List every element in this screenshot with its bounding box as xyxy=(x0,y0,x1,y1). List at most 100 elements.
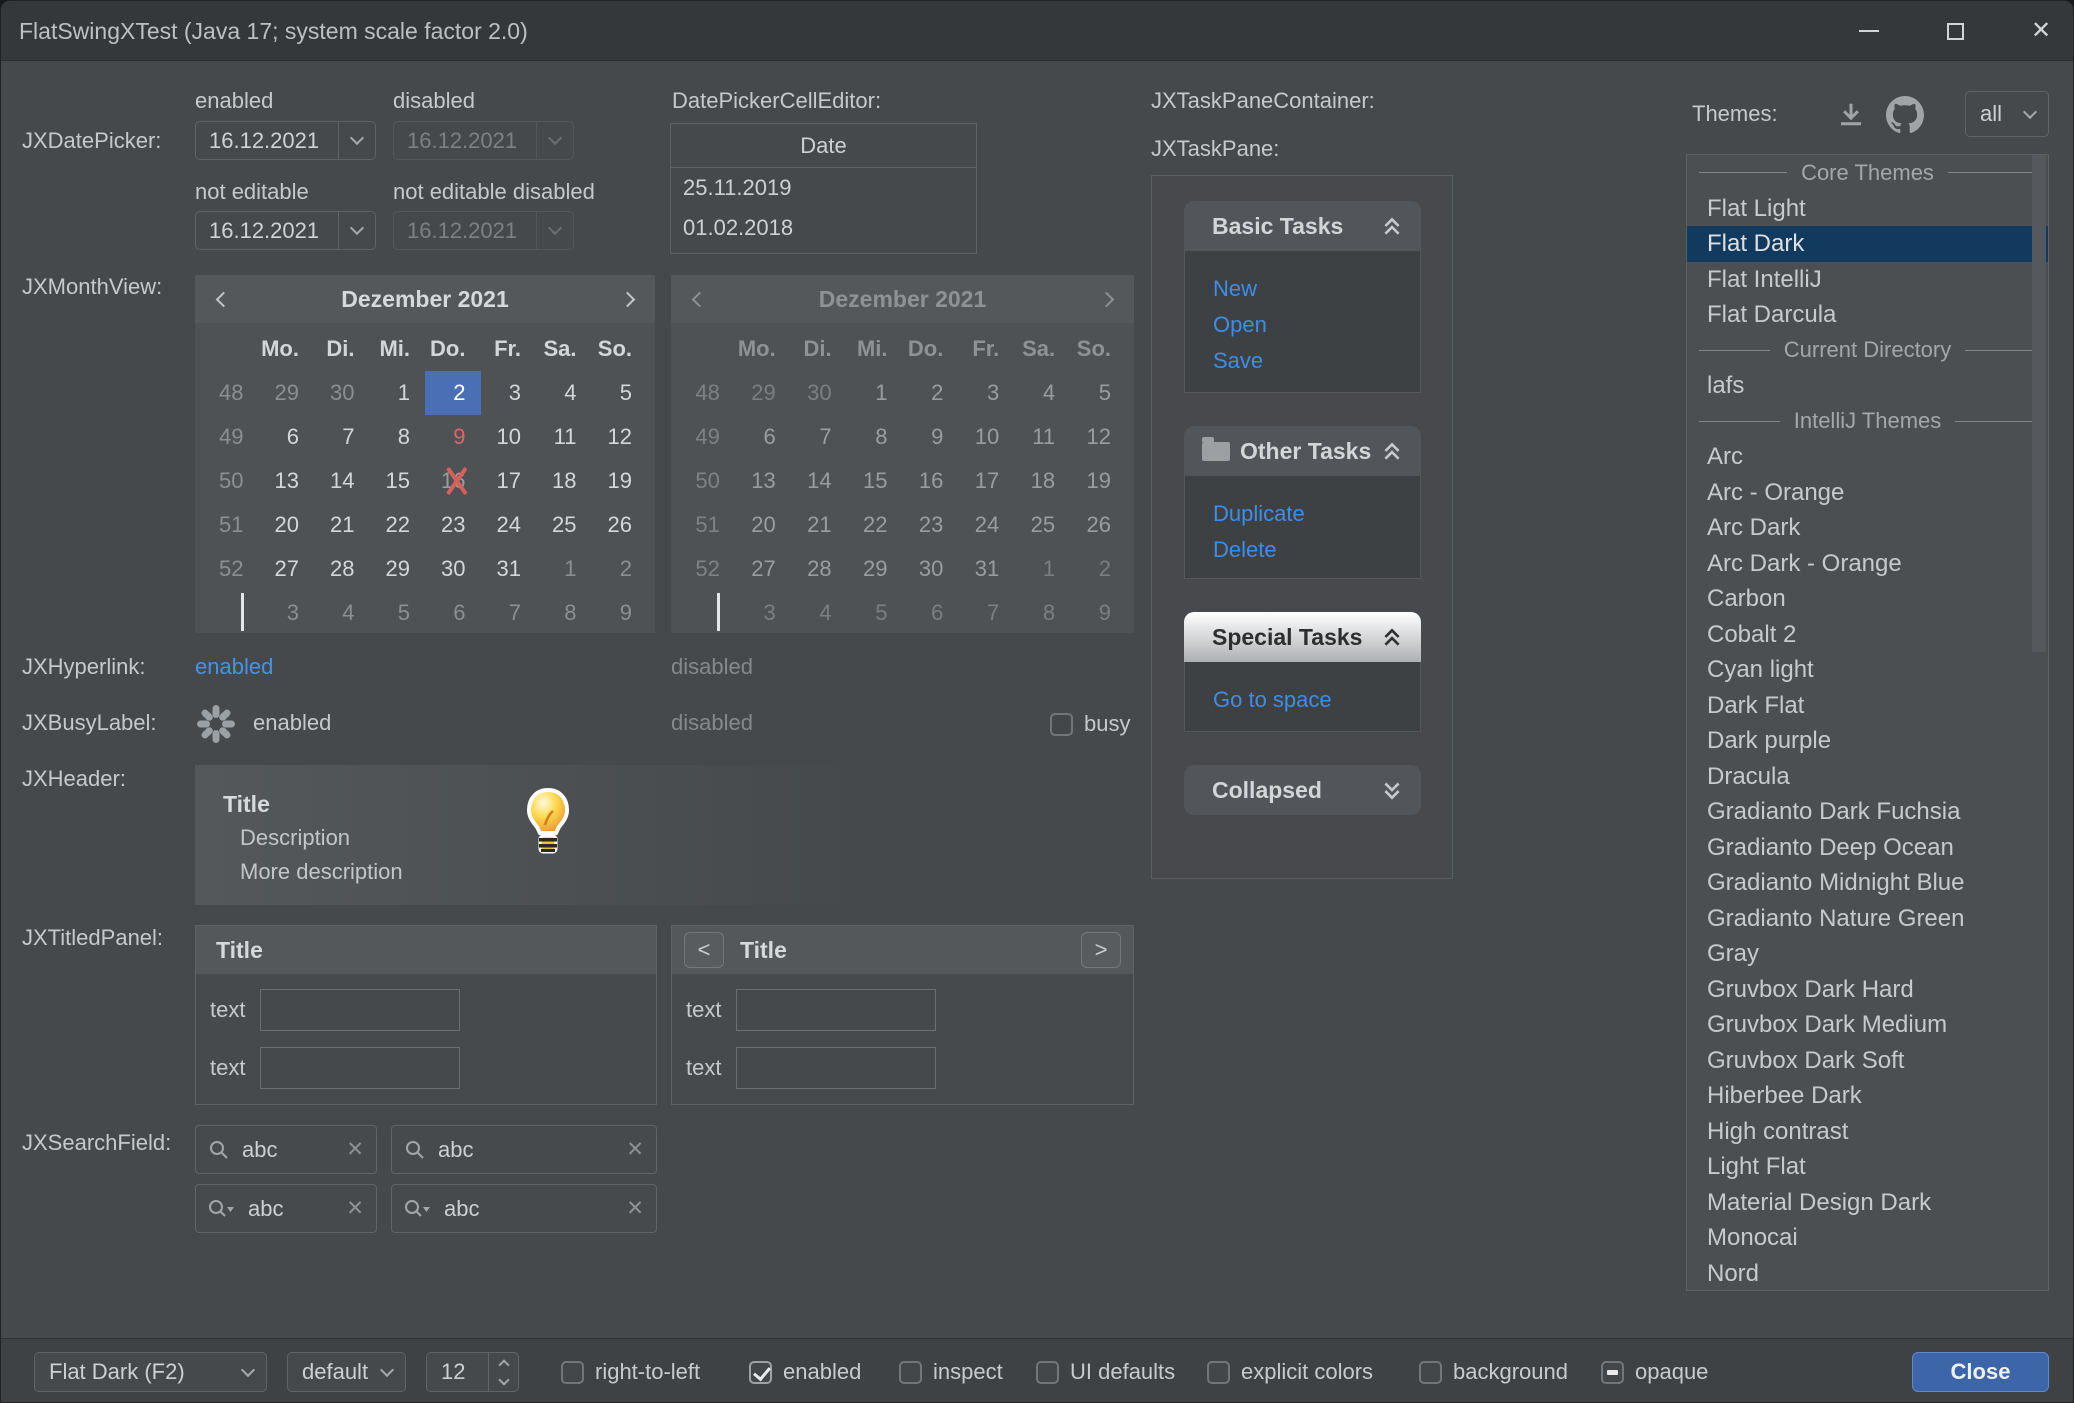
theme-list-item[interactable]: Dracula xyxy=(1687,759,2048,795)
theme-list-item[interactable]: Flat Light xyxy=(1687,191,2048,227)
theme-list-item[interactable]: Gray xyxy=(1687,936,2048,972)
theme-list-item[interactable]: lafs xyxy=(1687,368,2048,404)
text-input[interactable] xyxy=(260,989,460,1031)
taskpane-link[interactable]: Duplicate xyxy=(1213,496,1420,532)
clear-icon[interactable] xyxy=(626,1196,644,1221)
checkbox-explicit-colors[interactable] xyxy=(1207,1361,1230,1384)
theme-list-item[interactable]: Dark purple xyxy=(1687,723,2048,759)
calendar-day[interactable]: 8 xyxy=(370,415,426,459)
close-window-button[interactable]: ✕ xyxy=(2017,1,2065,61)
taskpane-link[interactable]: New xyxy=(1213,271,1420,307)
theme-list-item[interactable]: Carbon xyxy=(1687,581,2048,617)
themes-list[interactable]: Core ThemesFlat LightFlat DarkFlat Intel… xyxy=(1686,154,2049,1291)
calendar-day[interactable]: 3 xyxy=(259,591,315,635)
theme-list-item[interactable]: Gruvbox Dark Hard xyxy=(1687,972,2048,1008)
taskpane-link[interactable]: Save xyxy=(1213,343,1420,379)
calendar-day[interactable]: 27 xyxy=(259,547,315,591)
theme-list-item[interactable]: Gradianto Deep Ocean xyxy=(1687,830,2048,866)
calendar-day[interactable]: 11 xyxy=(536,415,592,459)
date-value[interactable]: 16.12.2021 xyxy=(196,122,338,159)
font-size-spinner[interactable]: 12 xyxy=(426,1352,519,1392)
search-value[interactable]: abc xyxy=(242,1137,346,1163)
busy-checkbox[interactable] xyxy=(1050,713,1073,736)
prev-button[interactable]: < xyxy=(684,932,724,968)
search-field-with-menu[interactable]: abc xyxy=(391,1184,657,1233)
calendar-day[interactable]: 25 xyxy=(536,503,592,547)
search-value[interactable]: abc xyxy=(444,1196,626,1222)
date-table-header[interactable]: Date xyxy=(671,124,976,168)
theme-list-item[interactable]: Flat Darcula xyxy=(1687,297,2048,333)
calendar-day[interactable]: 26 xyxy=(592,503,648,547)
calendar-day[interactable]: 2 xyxy=(592,547,648,591)
taskpane-collapsed-header[interactable]: Collapsed xyxy=(1184,765,1421,815)
clear-icon[interactable] xyxy=(346,1137,364,1162)
calendar-day[interactable]: 17 xyxy=(481,459,537,503)
calendar-day[interactable]: 5 xyxy=(370,591,426,635)
theme-list-item[interactable]: Arc Dark xyxy=(1687,510,2048,546)
calendar-day[interactable]: 3 xyxy=(481,371,537,415)
calendar-day[interactable]: 16 xyxy=(425,459,481,503)
calendar-day[interactable]: 31 xyxy=(481,547,537,591)
theme-list-item[interactable]: Gradianto Midnight Blue xyxy=(1687,865,2048,901)
search-value[interactable]: abc xyxy=(248,1196,346,1222)
theme-list-item[interactable]: Flat IntelliJ xyxy=(1687,262,2048,298)
checkbox-inspect[interactable] xyxy=(899,1361,922,1384)
clear-icon[interactable] xyxy=(626,1137,644,1162)
theme-list-item[interactable]: Nord xyxy=(1687,1256,2048,1292)
taskpane-link[interactable]: Delete xyxy=(1213,532,1420,568)
theme-list-item[interactable]: Material Design Dark xyxy=(1687,1185,2048,1221)
theme-list-item[interactable]: Flat Dark xyxy=(1687,226,2048,262)
github-link-button[interactable] xyxy=(1883,95,1927,135)
theme-list-item[interactable]: Gruvbox Dark Medium xyxy=(1687,1007,2048,1043)
text-input[interactable] xyxy=(260,1047,460,1089)
close-button[interactable]: Close xyxy=(1912,1352,2049,1392)
theme-list-item[interactable]: Cobalt 2 xyxy=(1687,617,2048,653)
datepicker-enabled[interactable]: 16.12.2021 xyxy=(195,121,376,160)
text-input[interactable] xyxy=(736,989,936,1031)
taskpane-link[interactable]: Go to space xyxy=(1213,682,1420,718)
theme-list-item[interactable]: Arc - Orange xyxy=(1687,475,2048,511)
calendar-day[interactable]: 21 xyxy=(314,503,370,547)
calendar-day[interactable]: 10 xyxy=(481,415,537,459)
calendar-day[interactable]: 9 xyxy=(592,591,648,635)
search-value[interactable]: abc xyxy=(438,1137,626,1163)
combo-button[interactable] xyxy=(369,1370,405,1375)
search-field[interactable]: abc xyxy=(195,1125,377,1174)
calendar-day[interactable]: 30 xyxy=(314,371,370,415)
download-themes-button[interactable] xyxy=(1831,97,1871,133)
calendar-prev-button[interactable] xyxy=(201,275,245,323)
theme-list-item[interactable]: Gruvbox Dark Soft xyxy=(1687,1043,2048,1079)
calendar-day[interactable]: 2 xyxy=(425,371,481,415)
calendar-day[interactable]: 28 xyxy=(314,547,370,591)
taskpane-other-header[interactable]: Other Tasks xyxy=(1184,426,1421,476)
maximize-button[interactable] xyxy=(1931,1,1979,61)
search-field[interactable]: abc xyxy=(391,1125,657,1174)
laf-combo[interactable]: Flat Dark (F2) xyxy=(34,1352,267,1392)
datepicker-dropdown-button[interactable] xyxy=(338,122,375,159)
calendar-day[interactable]: 8 xyxy=(536,591,592,635)
combo-button[interactable] xyxy=(2012,112,2048,117)
theme-list-item[interactable]: Arc xyxy=(1687,439,2048,475)
datepicker-not-editable[interactable]: 16.12.2021 xyxy=(195,211,376,250)
taskpane-basic-header[interactable]: Basic Tasks xyxy=(1184,201,1421,251)
theme-list-item[interactable]: Hiberbee Dark xyxy=(1687,1078,2048,1114)
calendar-day[interactable]: 22 xyxy=(370,503,426,547)
datepicker-dropdown-button[interactable] xyxy=(338,212,375,249)
theme-list-item[interactable]: Arc Dark - Orange xyxy=(1687,546,2048,582)
calendar-day[interactable]: 15 xyxy=(370,459,426,503)
spinner-up-button[interactable] xyxy=(489,1353,518,1372)
calendar-day[interactable]: 13 xyxy=(259,459,315,503)
clear-icon[interactable] xyxy=(346,1196,364,1221)
calendar-day[interactable]: 6 xyxy=(259,415,315,459)
theme-list-item[interactable]: Dark Flat xyxy=(1687,688,2048,724)
theme-list-item[interactable]: Gradianto Dark Fuchsia xyxy=(1687,794,2048,830)
table-row[interactable]: 01.02.2018 xyxy=(671,208,976,248)
minimize-button[interactable] xyxy=(1845,1,1893,61)
calendar-day[interactable]: 24 xyxy=(481,503,537,547)
calendar-day[interactable]: 30 xyxy=(425,547,481,591)
hyperlink-enabled[interactable]: enabled xyxy=(195,653,273,681)
taskpane-special-header[interactable]: Special Tasks xyxy=(1184,612,1421,662)
calendar-day[interactable]: 14 xyxy=(314,459,370,503)
calendar-day[interactable]: 29 xyxy=(370,547,426,591)
monthview-enabled[interactable]: Dezember 2021Mo.Di.Mi.Do.Fr.Sa.So.482930… xyxy=(195,275,655,633)
